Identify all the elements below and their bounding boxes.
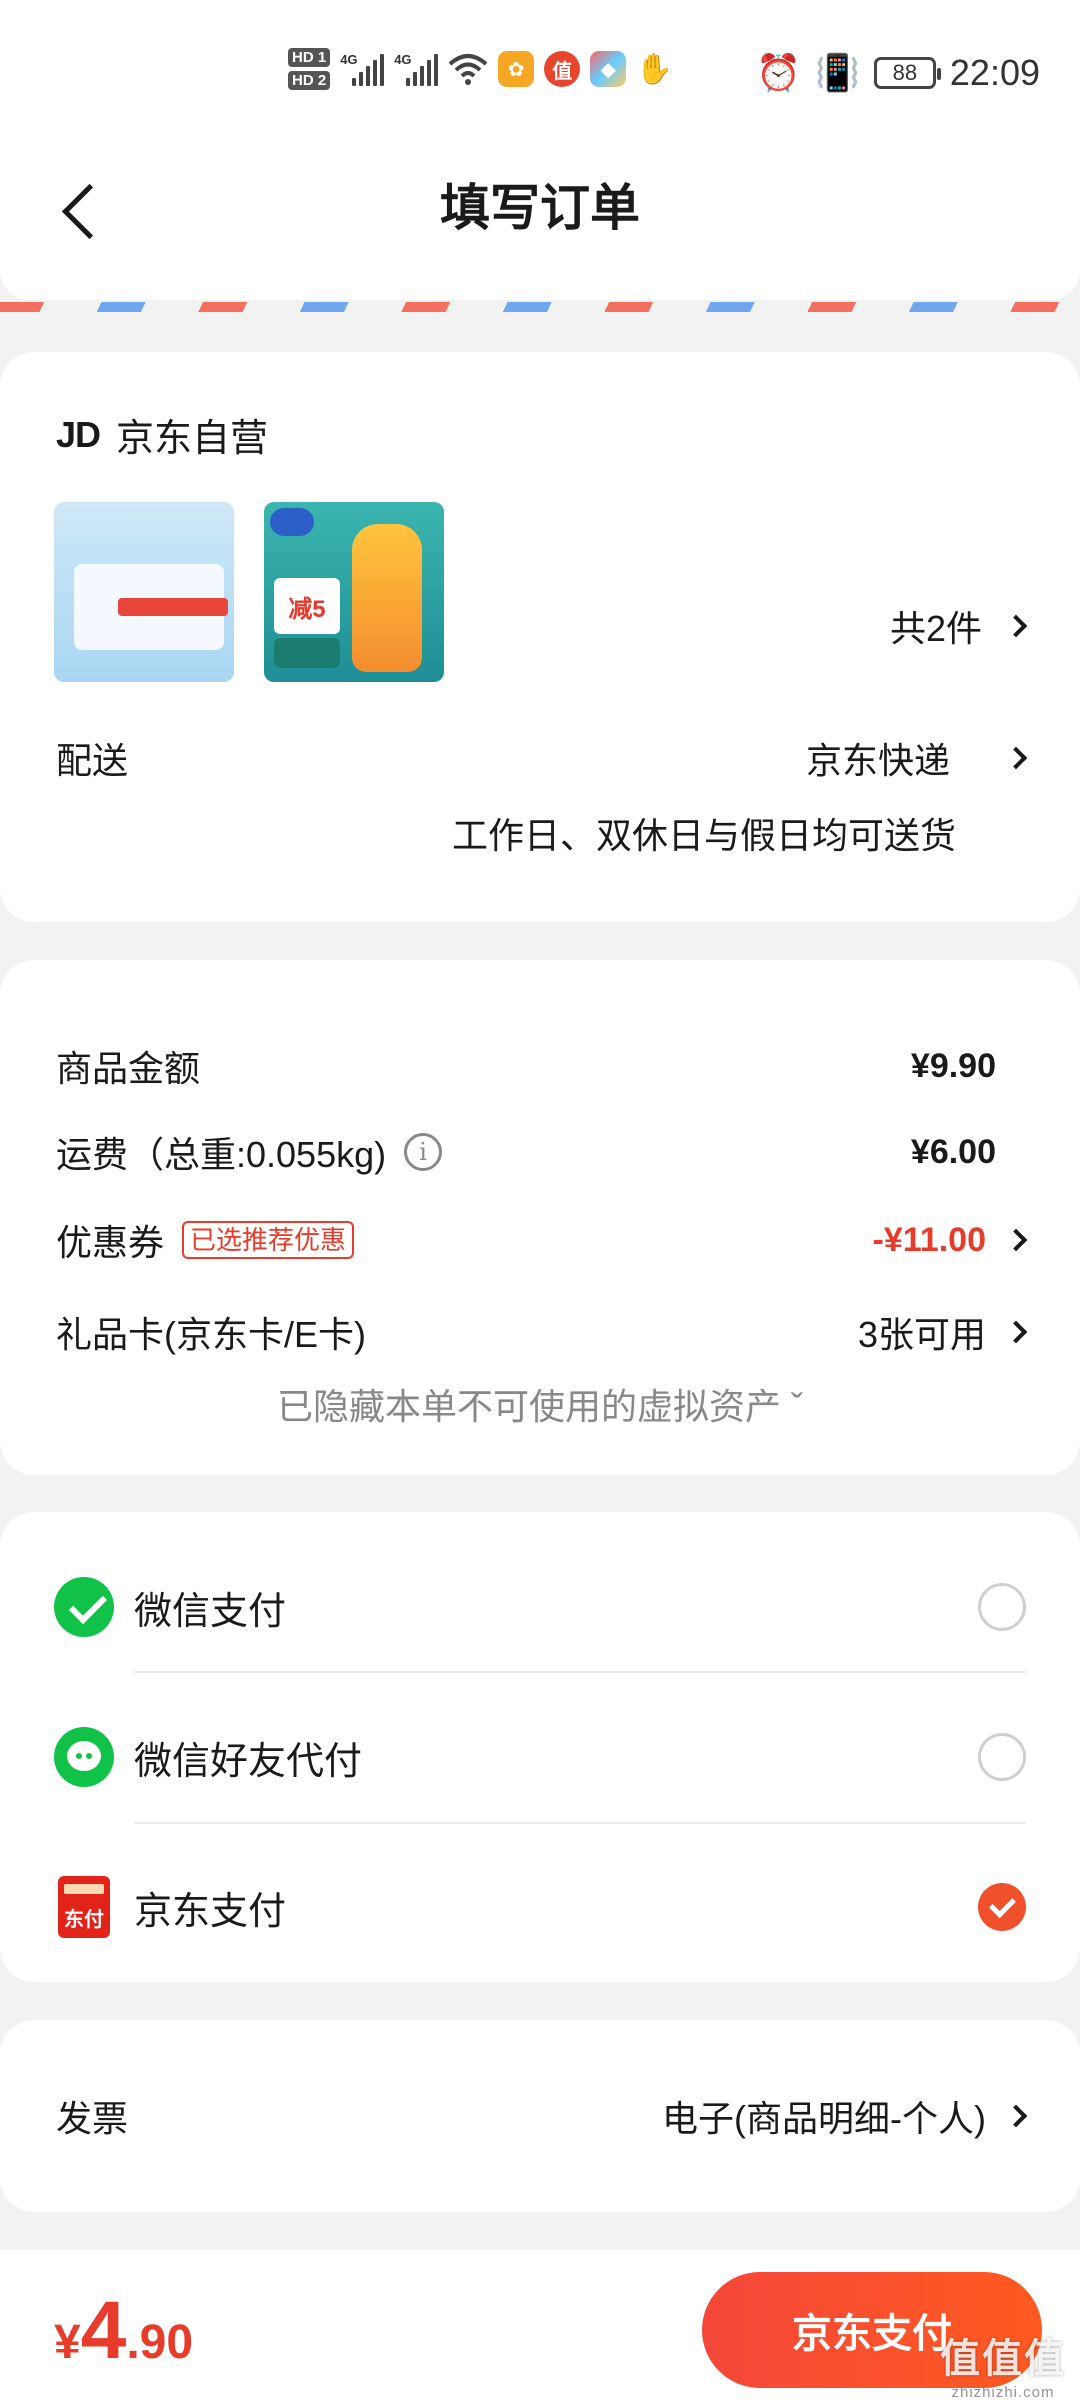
airmail-stripe — [0, 302, 1080, 312]
item-count: 共2件 — [889, 608, 982, 649]
coupon-row[interactable]: 优惠券 已选推荐优惠 -¥11.00 — [56, 1214, 1028, 1266]
payment-option-label: 微信好友代付 — [134, 1740, 363, 1783]
item-count-link[interactable]: 共2件 — [889, 600, 1028, 652]
watermark-site: zhizhizhi.com — [951, 2384, 1055, 2400]
shop-header: JD 京东自营 — [56, 407, 268, 462]
jd-pay-icon: 东付 — [58, 1876, 110, 1938]
battery-icon: 88 — [873, 57, 941, 89]
coupon-value: -¥11.00 — [872, 1220, 986, 1259]
coupon-label: 优惠券 — [56, 1222, 165, 1263]
wechat-friend-pay-icon — [54, 1727, 114, 1787]
delivery-label: 配送 — [56, 740, 129, 781]
hd2-badge: HD 2 — [288, 71, 331, 90]
checkout-bar: ¥ 4 .90 京东支付 — [0, 2250, 1080, 2400]
watermark-text: 值值值 — [940, 2337, 1066, 2381]
chevron-right-icon — [1004, 1320, 1028, 1344]
chevron-right-icon — [1004, 746, 1028, 770]
giftcard-value: 3张可用 — [857, 1314, 986, 1355]
invoice-card: 发票 电子(商品明细-个人) — [0, 2020, 1080, 2212]
signal-1-icon: 4G — [340, 52, 385, 86]
info-icon[interactable]: i — [404, 1133, 443, 1171]
delivery-row[interactable]: 配送 京东快递 — [56, 732, 1028, 784]
alarm-icon: ⏰ — [756, 52, 802, 93]
payment-option-wechat-friend[interactable]: 微信好友代付 — [54, 1682, 1026, 1832]
payment-option-label: 微信支付 — [134, 1590, 287, 1633]
hd-indicators: HD 1 HD 2 — [288, 48, 331, 90]
product-thumbnail-wipes[interactable] — [54, 502, 234, 682]
currency-symbol: ¥ — [54, 2316, 81, 2369]
smzdm-app-icon: 值 — [544, 51, 581, 87]
cost-card: 商品金额 ¥9.90 运费（总重:0.055kg) i ¥6.00 优惠券 已选… — [0, 960, 1080, 1475]
wifi-icon — [448, 54, 488, 85]
network-type-2: 4G — [394, 52, 412, 67]
delivery-note: 工作日、双休日与假日均可送货 — [451, 815, 956, 856]
total-decimal: .90 — [126, 2316, 194, 2369]
total-price: ¥ 4 .90 — [54, 2290, 193, 2372]
payment-option-wechat[interactable]: 微信支付 — [54, 1532, 1026, 1682]
invoice-row[interactable]: 发票 电子(商品明细-个人) — [56, 2090, 1028, 2142]
nav-bar: 填写订单 — [0, 150, 1080, 300]
hidden-assets-toggle[interactable]: 已隐藏本单不可使用的虚拟资产 ˇ — [0, 1378, 1080, 1430]
battery-level: 88 — [892, 60, 918, 85]
shipping-label: 运费（总重:0.055kg) — [56, 1134, 387, 1175]
divider — [134, 1822, 1026, 1824]
thumbnail-promo-tag: 减5 — [274, 578, 340, 634]
chevron-right-icon — [1004, 1228, 1028, 1252]
chevron-right-icon — [1004, 2104, 1028, 2128]
delivery-method: 京东快递 — [805, 740, 950, 781]
payment-card: 微信支付 微信好友代付 东付 京东支付 — [0, 1512, 1080, 1982]
goods-amount-value: ¥9.90 — [910, 1046, 996, 1085]
giftcard-row[interactable]: 礼品卡(京东卡/E卡) 3张可用 — [56, 1306, 1028, 1358]
divider — [134, 1671, 1026, 1673]
watermark-logo: 值值值 zhizhizhi.com — [940, 2326, 1066, 2400]
shop-name: 京东自营 — [116, 418, 269, 460]
goods-amount-row: 商品金额 ¥9.90 — [56, 1040, 1024, 1092]
shipping-value: ¥6.00 — [910, 1132, 996, 1171]
vibrate-icon: 📳 — [815, 52, 860, 93]
wechat-pay-icon — [54, 1577, 114, 1637]
payment-option-label: 京东支付 — [134, 1890, 287, 1933]
shipping-row: 运费（总重:0.055kg) i ¥6.00 — [56, 1126, 1024, 1178]
status-right: ⏰ 📳 88 22:09 — [756, 52, 1040, 94]
app-store-icon: ◆ — [590, 51, 627, 87]
total-integer: 4 — [80, 2285, 127, 2376]
clock: 22:09 — [949, 52, 1040, 93]
status-left: HD 1 HD 2 4G 4G ✿ 值 ◆ ✋ — [288, 48, 673, 90]
jd-logo-icon: JD — [56, 413, 101, 455]
giftcard-label: 礼品卡(京东卡/E卡) — [56, 1314, 366, 1355]
signal-2-icon: 4G — [394, 52, 439, 86]
radio-unselected[interactable] — [978, 1583, 1026, 1631]
hd1-badge: HD 1 — [288, 48, 331, 67]
network-type-1: 4G — [340, 52, 358, 67]
coupon-recommended-badge: 已选推荐优惠 — [182, 1221, 355, 1259]
order-items-card: JD 京东自营 减5 共2件 配送 京东快递 工作日、双休日与假日均可送货 — [0, 352, 1080, 922]
hand-icon: ✋ — [635, 52, 673, 86]
app-notification-icon: ✿ — [498, 51, 535, 87]
chevron-right-icon — [1004, 614, 1028, 638]
product-thumbnail-detergent[interactable]: 减5 — [264, 502, 444, 682]
radio-selected[interactable] — [978, 1883, 1026, 1931]
page-title: 填写订单 — [440, 180, 640, 236]
radio-unselected[interactable] — [978, 1733, 1026, 1781]
invoice-label: 发票 — [56, 2098, 129, 2139]
payment-option-jdpay[interactable]: 东付 京东支付 — [54, 1832, 1026, 1982]
goods-amount-label: 商品金额 — [56, 1048, 201, 1089]
invoice-value: 电子(商品明细-个人) — [662, 2098, 986, 2139]
status-bar: HD 1 HD 2 4G 4G ✿ 值 ◆ ✋ ⏰ 📳 88 22:09 — [0, 0, 1080, 150]
